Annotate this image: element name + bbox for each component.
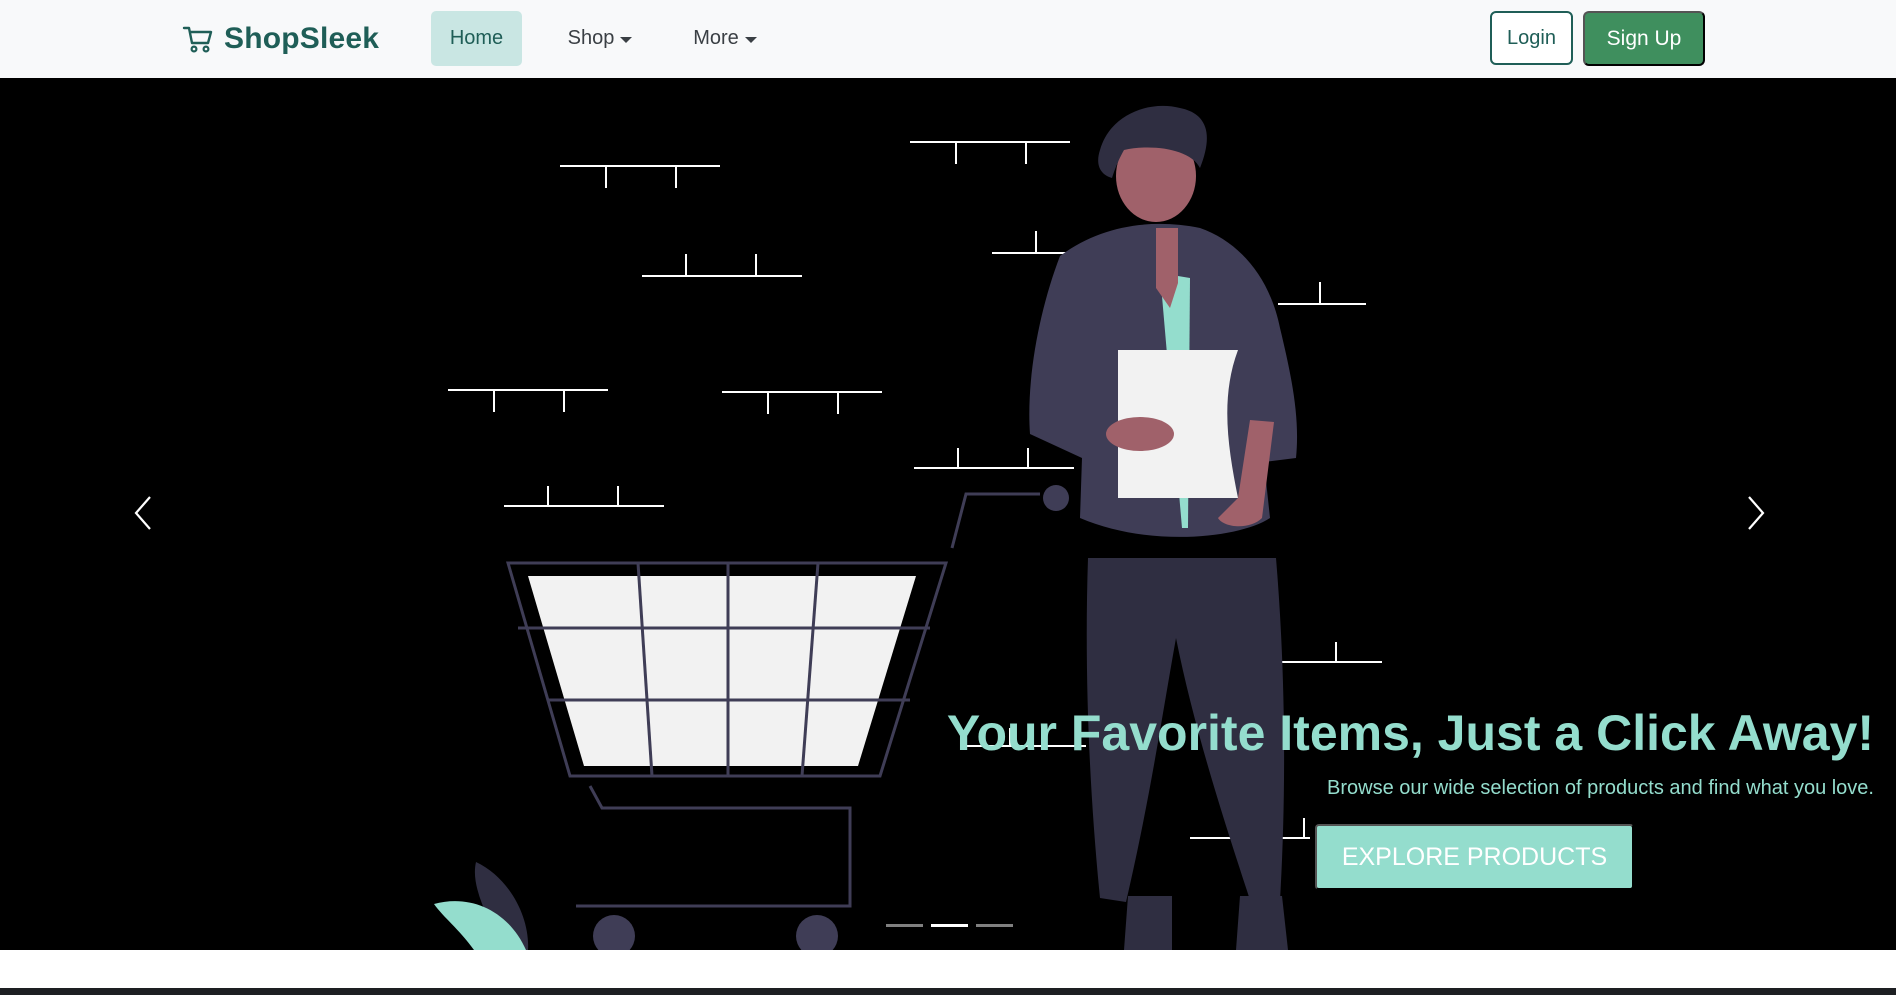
chevron-left-icon xyxy=(134,496,151,530)
carousel-indicator-3[interactable] xyxy=(976,924,1013,927)
carousel-indicator-1[interactable] xyxy=(886,924,923,927)
shopping-illustration xyxy=(434,105,1382,950)
top-navbar: ShopSleek Home Shop More Login Sign Up xyxy=(0,0,1896,78)
carousel-next-button[interactable] xyxy=(1737,483,1777,543)
hero-subtitle: Browse our wide selection of products an… xyxy=(1327,777,1874,799)
signup-button[interactable]: Sign Up xyxy=(1583,11,1705,66)
nav-more-dropdown[interactable]: More xyxy=(677,11,773,66)
explore-products-button[interactable]: EXPLORE PRODUCTS xyxy=(1315,824,1634,890)
carousel-prev-button[interactable] xyxy=(122,483,162,543)
nav-shop-dropdown[interactable]: Shop xyxy=(552,11,648,66)
nav-home-label: Home xyxy=(449,27,504,49)
page-bottom-divider xyxy=(0,988,1896,995)
nav-shop-label: Shop xyxy=(567,27,615,49)
caret-down-icon xyxy=(620,36,633,43)
nav-home[interactable]: Home xyxy=(431,11,522,66)
plant-illustration xyxy=(434,862,529,950)
nav-more-label: More xyxy=(693,27,739,49)
cart-icon xyxy=(182,26,213,53)
login-button[interactable]: Login xyxy=(1490,11,1573,65)
brand-name: ShopSleek xyxy=(224,22,380,55)
brand-logo-link[interactable]: ShopSleek xyxy=(182,18,379,60)
person-illustration xyxy=(1029,105,1298,950)
carousel-indicators xyxy=(886,924,1013,927)
hero-carousel: Your Favorite Items, Just a Click Away! … xyxy=(0,78,1896,950)
chevron-right-icon xyxy=(1748,496,1765,530)
carousel-indicator-2[interactable] xyxy=(931,924,968,927)
caret-down-icon xyxy=(744,36,757,43)
hero-title: Your Favorite Items, Just a Click Away! xyxy=(946,705,1874,761)
